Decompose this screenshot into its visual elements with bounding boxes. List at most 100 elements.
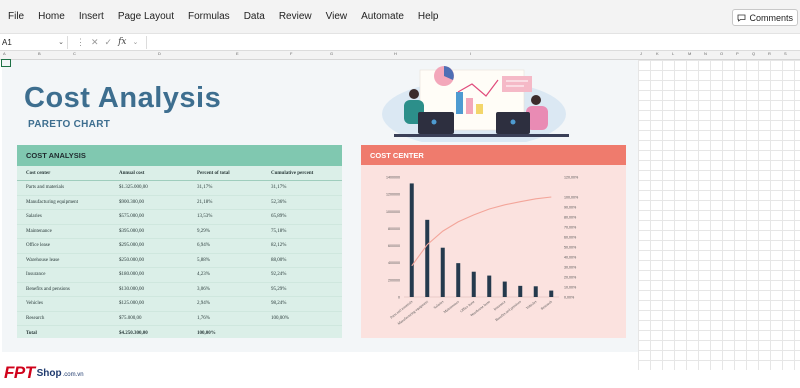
table-cell: 88,00% bbox=[262, 252, 342, 268]
y2-tick-label: 20,00% bbox=[564, 276, 577, 280]
table-cell: 4,23% bbox=[188, 267, 262, 282]
y-tick-label: 600000 bbox=[388, 244, 400, 248]
table-cell: 100,00% bbox=[262, 310, 342, 326]
table-cell: 98,24% bbox=[262, 296, 342, 311]
column-header-g[interactable]: G bbox=[330, 51, 333, 56]
table-cell: 82,12% bbox=[262, 238, 342, 253]
y2-tick-label: 50,00% bbox=[564, 246, 577, 250]
header-annual-cost: Annual cost bbox=[110, 166, 188, 181]
x-tick-label: Insurance bbox=[493, 299, 507, 311]
table-cell: $75.000,00 bbox=[110, 310, 188, 326]
menu-data[interactable]: Data bbox=[237, 11, 272, 22]
table-cell: $180.000,00 bbox=[110, 267, 188, 282]
table-cell: Parts and materials bbox=[26, 185, 65, 191]
table-cell: $900.300,00 bbox=[110, 194, 188, 210]
name-box[interactable]: A1 ⌄ bbox=[0, 35, 68, 49]
formula-bar: A1 ⌄ ⋮ ✕ ✓ fx ⌄ bbox=[0, 34, 800, 51]
menu-view[interactable]: View bbox=[319, 11, 355, 22]
column-header-f[interactable]: F bbox=[290, 51, 292, 56]
column-header-q[interactable]: Q bbox=[752, 51, 755, 56]
column-header-o[interactable]: O bbox=[720, 51, 723, 56]
column-header-a[interactable]: A bbox=[3, 51, 6, 56]
table-row: Maintenance $395.000,00 9,29% 75,18% bbox=[17, 223, 342, 239]
column-header-h[interactable]: H bbox=[394, 51, 397, 56]
chart-heading: COST CENTER bbox=[361, 145, 626, 165]
menu-page-layout[interactable]: Page Layout bbox=[111, 11, 181, 22]
column-header-r[interactable]: R bbox=[768, 51, 771, 56]
expand-icon[interactable]: ⌄ bbox=[133, 38, 139, 46]
column-header-d[interactable]: D bbox=[158, 51, 161, 56]
comments-button[interactable]: Comments bbox=[732, 9, 798, 26]
table-cell: 65,89% bbox=[262, 209, 342, 224]
ribbon-menu-bar: File Home Insert Page Layout Formulas Da… bbox=[0, 0, 800, 34]
column-header-m[interactable]: M bbox=[688, 51, 691, 56]
x-tick-label: Manufacturing equipment bbox=[397, 300, 429, 326]
table-cell: Insurance bbox=[17, 267, 110, 282]
table-row: Insurance $180.000,00 4,23% 92,24% bbox=[17, 267, 342, 282]
table-cell: Manufacturing equipment bbox=[17, 194, 110, 210]
table-row: Parts and materials $1.325.000,00 31,17% 31… bbox=[17, 181, 342, 196]
table-row: Benefits and pensions $130.000,00 3,06% 95,… bbox=[17, 281, 342, 297]
x-tick-label: Vehicles bbox=[525, 299, 538, 310]
table-cell: Office lease bbox=[17, 238, 110, 253]
header-cost-center: Cost center bbox=[17, 166, 110, 181]
table-cell: $575.000,00 bbox=[110, 209, 188, 224]
bar-5 bbox=[471, 271, 476, 297]
x-tick-label: Research bbox=[540, 300, 553, 311]
table-cell bbox=[262, 325, 342, 340]
bar-9 bbox=[533, 286, 538, 297]
x-tick-label: Salaries bbox=[433, 299, 445, 310]
menu-formulas[interactable]: Formulas bbox=[181, 11, 237, 22]
menu-insert[interactable]: Insert bbox=[72, 11, 111, 22]
table-row: Manufacturing equipment $900.300,00 21,18%… bbox=[17, 194, 342, 210]
column-header-n[interactable]: N bbox=[704, 51, 707, 56]
menu-review[interactable]: Review bbox=[272, 11, 319, 22]
y-tick-label: 1200000 bbox=[386, 193, 400, 197]
table-cell: 21,18% bbox=[188, 194, 262, 210]
table-row: Research $75.000,00 1,76% 100,00% bbox=[17, 310, 342, 326]
table-cell: Benefits and pensions bbox=[17, 281, 110, 297]
column-header-k[interactable]: K bbox=[656, 51, 659, 56]
comment-icon bbox=[738, 14, 746, 22]
table-row: Total $4.250.300,00 100,00% bbox=[17, 325, 342, 340]
table-row: Salaries $575.000,00 13,53% 65,89% bbox=[17, 209, 342, 224]
column-header-b[interactable]: B bbox=[38, 51, 41, 56]
enter-icon[interactable]: ✓ bbox=[105, 37, 113, 48]
y2-tick-label: 10,00% bbox=[564, 286, 577, 290]
column-header-s[interactable]: S bbox=[784, 51, 787, 56]
menu-help[interactable]: Help bbox=[411, 11, 446, 22]
header-percent-total: Percent of total bbox=[188, 166, 262, 181]
menu-automate[interactable]: Automate bbox=[354, 11, 411, 22]
y-tick-label: 1400000 bbox=[386, 176, 400, 180]
y2-tick-label: 0,00% bbox=[564, 296, 575, 300]
menu-file[interactable]: File bbox=[0, 11, 31, 22]
bar-3 bbox=[440, 247, 445, 297]
y-tick-label: 200000 bbox=[388, 278, 400, 282]
column-header-i[interactable]: I bbox=[470, 51, 471, 56]
column-header-l[interactable]: L bbox=[672, 51, 674, 56]
menu-home[interactable]: Home bbox=[31, 11, 72, 22]
table-cell: 95,29% bbox=[262, 281, 342, 297]
column-header-e[interactable]: E bbox=[236, 51, 239, 56]
table-cell: Research bbox=[17, 310, 110, 326]
table-cell: 31,17% bbox=[271, 185, 287, 191]
column-header-c[interactable]: C bbox=[73, 51, 76, 56]
pareto-chart: 0 200000 400000 600000 800000 1000000 1200000 1… bbox=[386, 176, 579, 326]
column-header-p[interactable]: P bbox=[736, 51, 739, 56]
table-cell: Maintenance bbox=[17, 223, 110, 239]
column-header-j[interactable]: J bbox=[640, 51, 642, 56]
brand-domain-text: .com.vn bbox=[62, 371, 84, 378]
table-cell: 9,29% bbox=[188, 223, 262, 239]
more-options-icon[interactable]: ⋮ bbox=[76, 37, 85, 48]
insert-function-button[interactable]: fx bbox=[118, 37, 126, 47]
table-cell: 100,00% bbox=[188, 325, 262, 340]
bar-6 bbox=[487, 275, 492, 297]
cancel-icon[interactable]: ✕ bbox=[91, 37, 99, 48]
table-row: Office lease $295.000,00 6,94% 82,12% bbox=[17, 238, 342, 253]
chevron-down-icon[interactable]: ⌄ bbox=[58, 38, 67, 46]
cost-table: Cost center Annual cost Percent of total… bbox=[17, 166, 342, 340]
formula-input[interactable] bbox=[146, 35, 796, 49]
team-illustration bbox=[382, 66, 569, 142]
table-body: Parts and materials $1.325.000,00 31,17% 31… bbox=[17, 181, 342, 340]
grid-area[interactable] bbox=[638, 60, 800, 370]
